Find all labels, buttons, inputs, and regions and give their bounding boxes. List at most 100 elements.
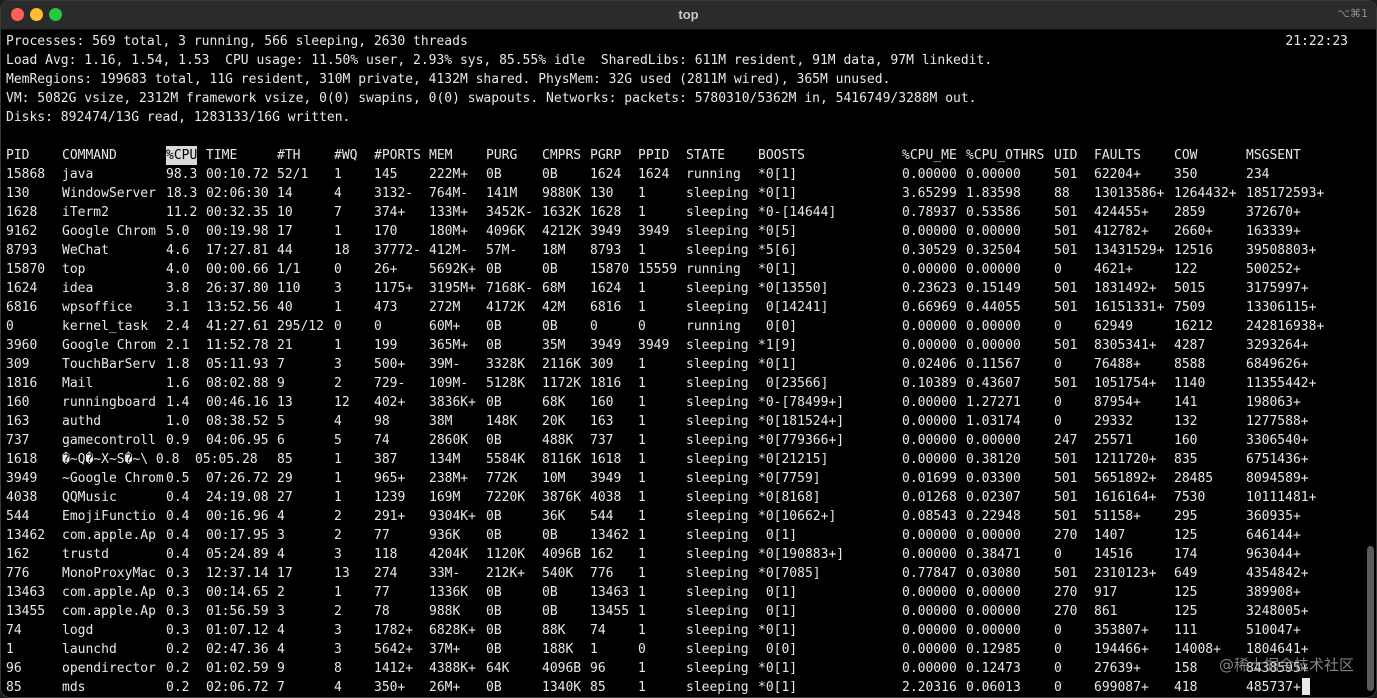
table-cell: 00:10.72 [206, 167, 269, 182]
table-cell: 1 [638, 566, 646, 581]
table-cell: 3949 [590, 471, 622, 486]
column-header: CMPRS [542, 148, 582, 163]
table-cell: MonoProxyMac [62, 566, 156, 581]
table-cell: sleeping [686, 547, 749, 562]
table-cell: 4096K [486, 224, 526, 239]
table-cell: 5584K [486, 452, 526, 467]
table-cell: 473 [374, 300, 398, 315]
table-cell: 13455 [590, 604, 630, 619]
table-cell: 0.00000 [966, 604, 1021, 619]
table-cell: top [62, 262, 86, 277]
table-cell: 1.0 [166, 414, 190, 429]
table-cell: 1 [638, 281, 646, 296]
column-header: MSGSENT [1246, 148, 1301, 163]
table-cell: 0.00000 [902, 604, 957, 619]
table-cell: 8305341+ [1094, 338, 1157, 353]
table-cell: 2.1 [166, 338, 190, 353]
table-cell: 3.65299 [902, 186, 957, 201]
table-cell: 212K+ [486, 566, 526, 581]
column-header: #TH [277, 148, 301, 163]
table-cell: *5[6] [758, 243, 798, 258]
table-cell: 0.11567 [966, 357, 1021, 372]
table-cell [206, 450, 277, 469]
table-cell: 1412+ [374, 661, 414, 676]
table-cell: 133M+ [429, 205, 469, 220]
table-cell: 1 [334, 490, 342, 505]
table-cell: 9880K [542, 186, 582, 201]
table-cell: 0[1] [758, 528, 798, 543]
table-cell: trustd [62, 547, 109, 562]
table-cell: 3195M+ [429, 281, 476, 296]
table-cell: 4038 [6, 490, 38, 505]
table-cell: 1 [638, 490, 646, 505]
table-cell: 08:38.52 [206, 414, 269, 429]
table-cell: 501 [1054, 224, 1078, 239]
table-cell: 0.00000 [966, 338, 1021, 353]
table-cell: 85 [590, 680, 606, 695]
table-cell: 1 [638, 528, 646, 543]
table-cell: 7220K [486, 490, 526, 505]
column-header: UID [1054, 148, 1078, 163]
table-cell: 7 [277, 357, 285, 372]
table-cell: 0.01268 [902, 490, 957, 505]
table-cell: java [62, 167, 94, 182]
table-cell: 2 [334, 528, 342, 543]
table-cell: 3 [277, 528, 285, 543]
table-cell: 1 [638, 680, 646, 695]
table-cell: 501 [1054, 376, 1078, 391]
table-cell: QQMusic [62, 490, 117, 505]
table-cell: 5 [334, 433, 342, 448]
table-cell: 7530 [1174, 490, 1206, 505]
table-cell: *0[1] [758, 262, 798, 277]
disks-summary: Disks: 892474/13G read, 1283133/16G writ… [6, 110, 351, 125]
table-cell: 00:19.98 [206, 224, 269, 239]
table-cell: *0[1] [758, 186, 798, 201]
table-cell: 05:11.93 [206, 357, 269, 372]
table-cell: 0.00000 [902, 262, 957, 277]
table-cell: 29 [277, 471, 293, 486]
table-cell: running [686, 262, 741, 277]
table-cell: 6828K+ [429, 623, 476, 638]
terminal-content[interactable]: Processes: 569 total, 3 running, 566 sle… [1, 30, 1376, 697]
table-cell: *1[9] [758, 338, 798, 353]
table-cell: 835 [1174, 452, 1198, 467]
table-cell: 0 [334, 262, 342, 277]
table-cell: 05:24.89 [206, 547, 269, 562]
table-cell: 0.15149 [966, 281, 1021, 296]
table-cell: 0.2 [166, 661, 190, 676]
table-cell: 74 [374, 433, 390, 448]
table-cell: 274 [374, 566, 398, 581]
column-header: PPID [638, 148, 670, 163]
table-cell: 10111481+ [1246, 490, 1317, 505]
table-cell: 1175+ [374, 281, 414, 296]
table-cell: 4354842+ [1246, 566, 1309, 581]
table-cell: 15559 [638, 262, 678, 277]
table-cell: 0.2 [166, 680, 190, 695]
table-cell: 729- [374, 376, 406, 391]
table-cell: 87954+ [1094, 395, 1141, 410]
table-cell: 1 [334, 585, 342, 600]
table-cell: 163 [6, 414, 30, 429]
table-cell: sleeping [686, 376, 749, 391]
table-cell: 0.4 [166, 528, 190, 543]
table-cell: Mail [62, 376, 94, 391]
table-cell: 3949 [590, 338, 622, 353]
table-cell: 8793 [590, 243, 622, 258]
table-cell: 764M- [429, 186, 469, 201]
table-cell: 7 [277, 680, 285, 695]
scrollbar[interactable] [1367, 546, 1374, 691]
table-cell: sleeping [686, 642, 749, 657]
table-cell: 0.66969 [902, 300, 957, 315]
table-cell: 13 [334, 566, 350, 581]
table-cell: 0B [486, 623, 502, 638]
table-cell: 4.6 [166, 243, 190, 258]
table-cell: 0B [542, 319, 558, 334]
table-cell: 488K [542, 433, 574, 448]
table-cell: 13463 [6, 585, 46, 600]
window-shortcut: ⌥⌘1 [1337, 7, 1368, 20]
table-cell: *0[181524+] [758, 414, 845, 429]
table-cell: 04:06.95 [206, 433, 269, 448]
table-cell: 776 [590, 566, 614, 581]
table-cell: 544 [590, 509, 614, 524]
table-cell: wpsoffice [62, 300, 133, 315]
